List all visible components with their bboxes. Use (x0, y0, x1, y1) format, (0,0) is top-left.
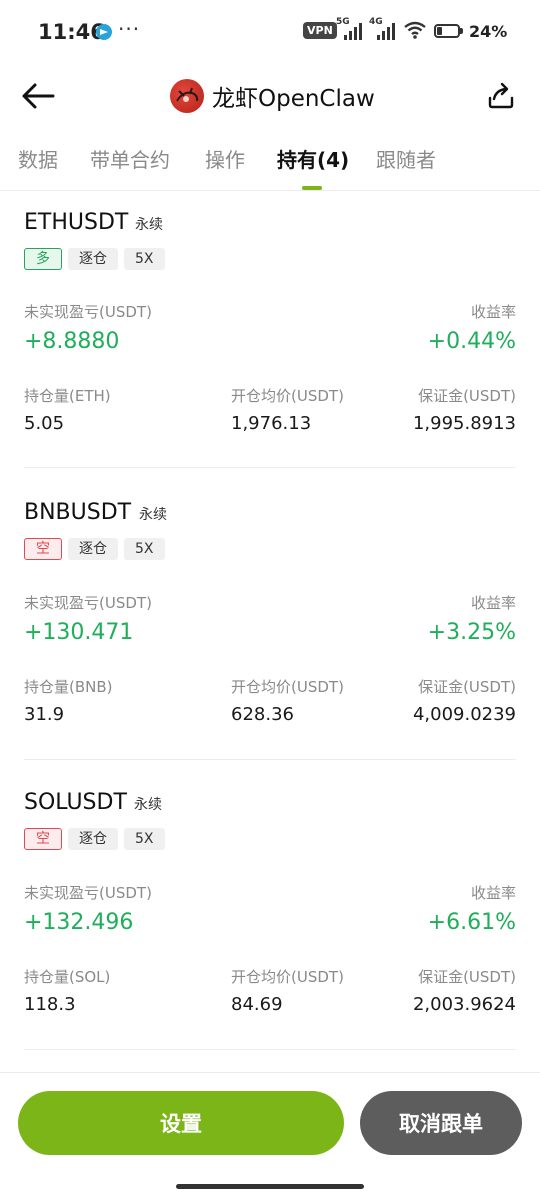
roi-value: +6.61% (427, 910, 516, 935)
roi-label: 收益率 (470, 884, 516, 902)
signal-icon (344, 22, 364, 40)
position-tags: 空 逐仓 5X (24, 828, 165, 850)
side-badge: 多 (24, 248, 62, 270)
trader-avatar (170, 79, 204, 113)
entry-price-value: 1,976.13 (231, 413, 312, 434)
card-divider (24, 1049, 516, 1050)
telegram-icon (96, 24, 112, 40)
tab-operations[interactable]: 操作 (205, 144, 245, 173)
settings-button[interactable]: 设置 (18, 1091, 344, 1155)
bottom-action-bar: 设置 取消跟单 (0, 1072, 540, 1200)
contract-type-label: 永续 (139, 507, 167, 523)
position-card-sol[interactable]: SOLUSDT 永续 空 逐仓 5X 未实现盈亏(USDT) 收益率 +132.… (0, 790, 540, 1080)
tab-bar: 数据 带单合约 操作 持有(4) 跟随者 (0, 130, 540, 191)
margin-label: 保证金(USDT) (418, 968, 516, 986)
unrealized-pnl-value: +132.496 (24, 910, 134, 935)
cancel-follow-button[interactable]: 取消跟单 (360, 1091, 522, 1155)
leverage-badge: 5X (124, 828, 165, 850)
size-label: 持仓量(SOL) (24, 968, 111, 986)
tab-holdings[interactable]: 持有(4) (277, 144, 349, 173)
tab-copy-contracts[interactable]: 带单合约 (90, 144, 170, 173)
tab-followers[interactable]: 跟随者 (376, 144, 436, 173)
position-tags: 空 逐仓 5X (24, 538, 165, 560)
leverage-badge: 5X (124, 248, 165, 270)
roi-label: 收益率 (470, 303, 516, 321)
trader-title: 龙虾OpenClaw (170, 78, 375, 114)
back-arrow-icon[interactable] (20, 80, 56, 112)
entry-price-label: 开仓均价(USDT) (231, 387, 344, 405)
contract-type-label: 永续 (135, 217, 163, 233)
more-notifications-icon: ··· (118, 17, 141, 41)
card-divider (24, 467, 516, 468)
position-card-eth[interactable]: ETHUSDT 永续 多 逐仓 5X 未实现盈亏(USDT) 收益率 +8.88… (0, 210, 540, 500)
margin-label: 保证金(USDT) (418, 678, 516, 696)
contract-type-label: 永续 (134, 797, 162, 813)
battery-percent: 24% (469, 22, 508, 41)
home-indicator[interactable] (176, 1184, 364, 1189)
roi-value: +3.25% (427, 620, 516, 645)
position-symbol: ETHUSDT (24, 210, 129, 235)
unrealized-pnl-value: +8.8880 (24, 329, 120, 354)
position-symbol: SOLUSDT (24, 790, 127, 815)
pnl-label: 未实现盈亏(USDT) (24, 303, 152, 321)
roi-value: +0.44% (427, 329, 516, 354)
wifi-icon (404, 21, 426, 39)
size-label: 持仓量(ETH) (24, 387, 111, 405)
side-badge: 空 (24, 538, 62, 560)
battery-icon (434, 24, 460, 38)
card-divider (24, 759, 516, 760)
side-badge: 空 (24, 828, 62, 850)
margin-mode-badge: 逐仓 (68, 828, 118, 850)
entry-price-value: 84.69 (231, 994, 283, 1015)
battery-tip (460, 28, 463, 34)
tab-data[interactable]: 数据 (18, 144, 58, 173)
signal-icon (377, 22, 397, 40)
size-label: 持仓量(BNB) (24, 678, 113, 696)
clock: 11:46 (38, 20, 105, 44)
pnl-label: 未实现盈亏(USDT) (24, 594, 152, 612)
active-tab-indicator (302, 186, 322, 190)
margin-mode-badge: 逐仓 (68, 248, 118, 270)
status-bar: 11:46 ··· VPN 5G 4G 24% (0, 0, 540, 64)
unrealized-pnl-value: +130.471 (24, 620, 134, 645)
size-value: 31.9 (24, 704, 65, 725)
entry-price-label: 开仓均价(USDT) (231, 968, 344, 986)
margin-value: 2,003.9624 (412, 994, 516, 1015)
leverage-badge: 5X (124, 538, 165, 560)
margin-value: 1,995.8913 (412, 413, 516, 434)
margin-label: 保证金(USDT) (418, 387, 516, 405)
header: 龙虾OpenClaw (0, 64, 540, 126)
entry-price-value: 628.36 (231, 704, 294, 725)
margin-value: 4,009.0239 (412, 704, 516, 725)
position-tags: 多 逐仓 5X (24, 248, 165, 270)
share-icon[interactable] (484, 78, 518, 112)
size-value: 118.3 (24, 994, 76, 1015)
size-value: 5.05 (24, 413, 65, 434)
vpn-badge: VPN (303, 22, 337, 39)
lobster-icon (176, 87, 199, 102)
pnl-label: 未实现盈亏(USDT) (24, 884, 152, 902)
entry-price-label: 开仓均价(USDT) (231, 678, 344, 696)
position-card-bnb[interactable]: BNBUSDT 永续 空 逐仓 5X 未实现盈亏(USDT) 收益率 +130.… (0, 500, 540, 790)
page-title: 龙虾OpenClaw (212, 86, 375, 112)
roi-label: 收益率 (470, 594, 516, 612)
margin-mode-badge: 逐仓 (68, 538, 118, 560)
position-symbol: BNBUSDT (24, 500, 132, 525)
